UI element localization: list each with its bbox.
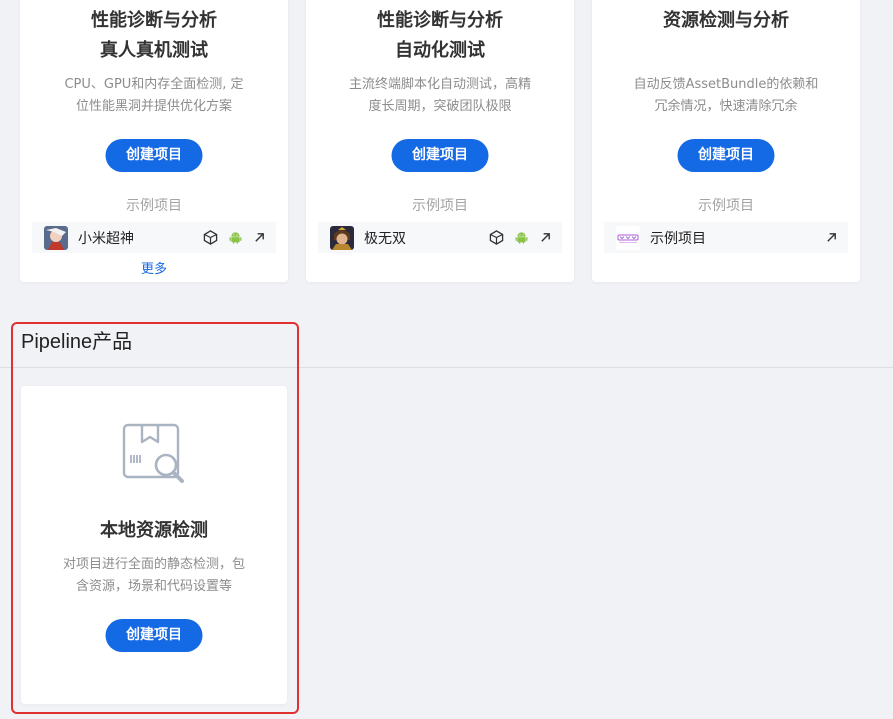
android-icon <box>514 230 529 245</box>
card-desc-line1: CPU、GPU和内存全面检测, 定 <box>64 77 244 92</box>
card-title-line1: 性能诊断与分析 <box>377 10 503 31</box>
card-title-line1: 性能诊断与分析 <box>91 10 217 31</box>
pipeline-section-title: Pipeline产品 <box>21 331 133 353</box>
external-link-icon[interactable] <box>825 231 838 244</box>
game-thumbnail <box>44 225 68 250</box>
sample-project-row[interactable]: 小米超神 <box>32 222 276 253</box>
sample-project-row[interactable]: 极无双 <box>318 222 562 253</box>
card-desc-line1: 对项目进行全面的静态检测，包 <box>62 557 245 572</box>
product-card-perf-automation: 性能诊断与分析 自动化测试 主流终端脚本化自动测试，高精 度长周期，突破团队极限… <box>306 0 574 282</box>
sample-project-name: 小米超神 <box>78 230 134 247</box>
product-card-perf-real-device: 性能诊断与分析 真人真机测试 CPU、GPU和内存全面检测, 定 位性能黑洞并提… <box>20 0 288 282</box>
create-project-button[interactable]: 创建项目 <box>105 139 203 172</box>
package-search-icon <box>121 420 189 488</box>
sample-project-name: 示例项目 <box>650 230 706 247</box>
more-samples-link[interactable]: 更多 <box>20 258 288 277</box>
project-logo-thumbnail <box>616 225 640 250</box>
game-thumbnail <box>330 225 354 250</box>
card-title-line2: 真人真机测试 <box>100 40 208 61</box>
card-desc-line1: 主流终端脚本化自动测试，高精 <box>348 77 531 92</box>
card-desc-line2: 含资源，场景和代码设置等 <box>75 579 232 594</box>
section-divider <box>0 367 893 368</box>
sample-projects-label: 示例项目 <box>698 198 754 214</box>
card-desc-line1: 自动反馈AssetBundle的依赖和 <box>633 77 819 92</box>
card-title: 本地资源检测 <box>100 520 208 541</box>
create-project-button[interactable]: 创建项目 <box>677 139 775 172</box>
card-title: 资源检测与分析 <box>663 10 789 31</box>
sample-project-name: 极无双 <box>364 230 406 247</box>
card-desc-line2: 冗余情况，快速清除冗余 <box>654 99 798 114</box>
sample-project-row[interactable]: 示例项目 <box>604 222 848 253</box>
android-icon <box>228 230 243 245</box>
create-project-button[interactable]: 创建项目 <box>391 139 489 172</box>
sample-projects-label: 示例项目 <box>412 198 468 214</box>
product-card-local-asset-check: 本地资源检测 对项目进行全面的静态检测，包 含资源，场景和代码设置等 创建项目 <box>21 386 287 704</box>
create-project-button[interactable]: 创建项目 <box>105 619 203 652</box>
external-link-icon[interactable] <box>253 231 266 244</box>
product-card-asset-analysis: 资源检测与分析 自动反馈AssetBundle的依赖和 冗余情况，快速清除冗余 … <box>592 0 860 282</box>
sample-projects-label: 示例项目 <box>126 198 182 214</box>
unity-icon <box>489 230 504 245</box>
card-desc-line2: 度长周期，突破团队极限 <box>368 99 512 114</box>
card-title-line2: 自动化测试 <box>395 40 485 61</box>
unity-icon <box>203 230 218 245</box>
external-link-icon[interactable] <box>539 231 552 244</box>
card-desc-line2: 位性能黑洞并提供优化方案 <box>75 99 232 114</box>
